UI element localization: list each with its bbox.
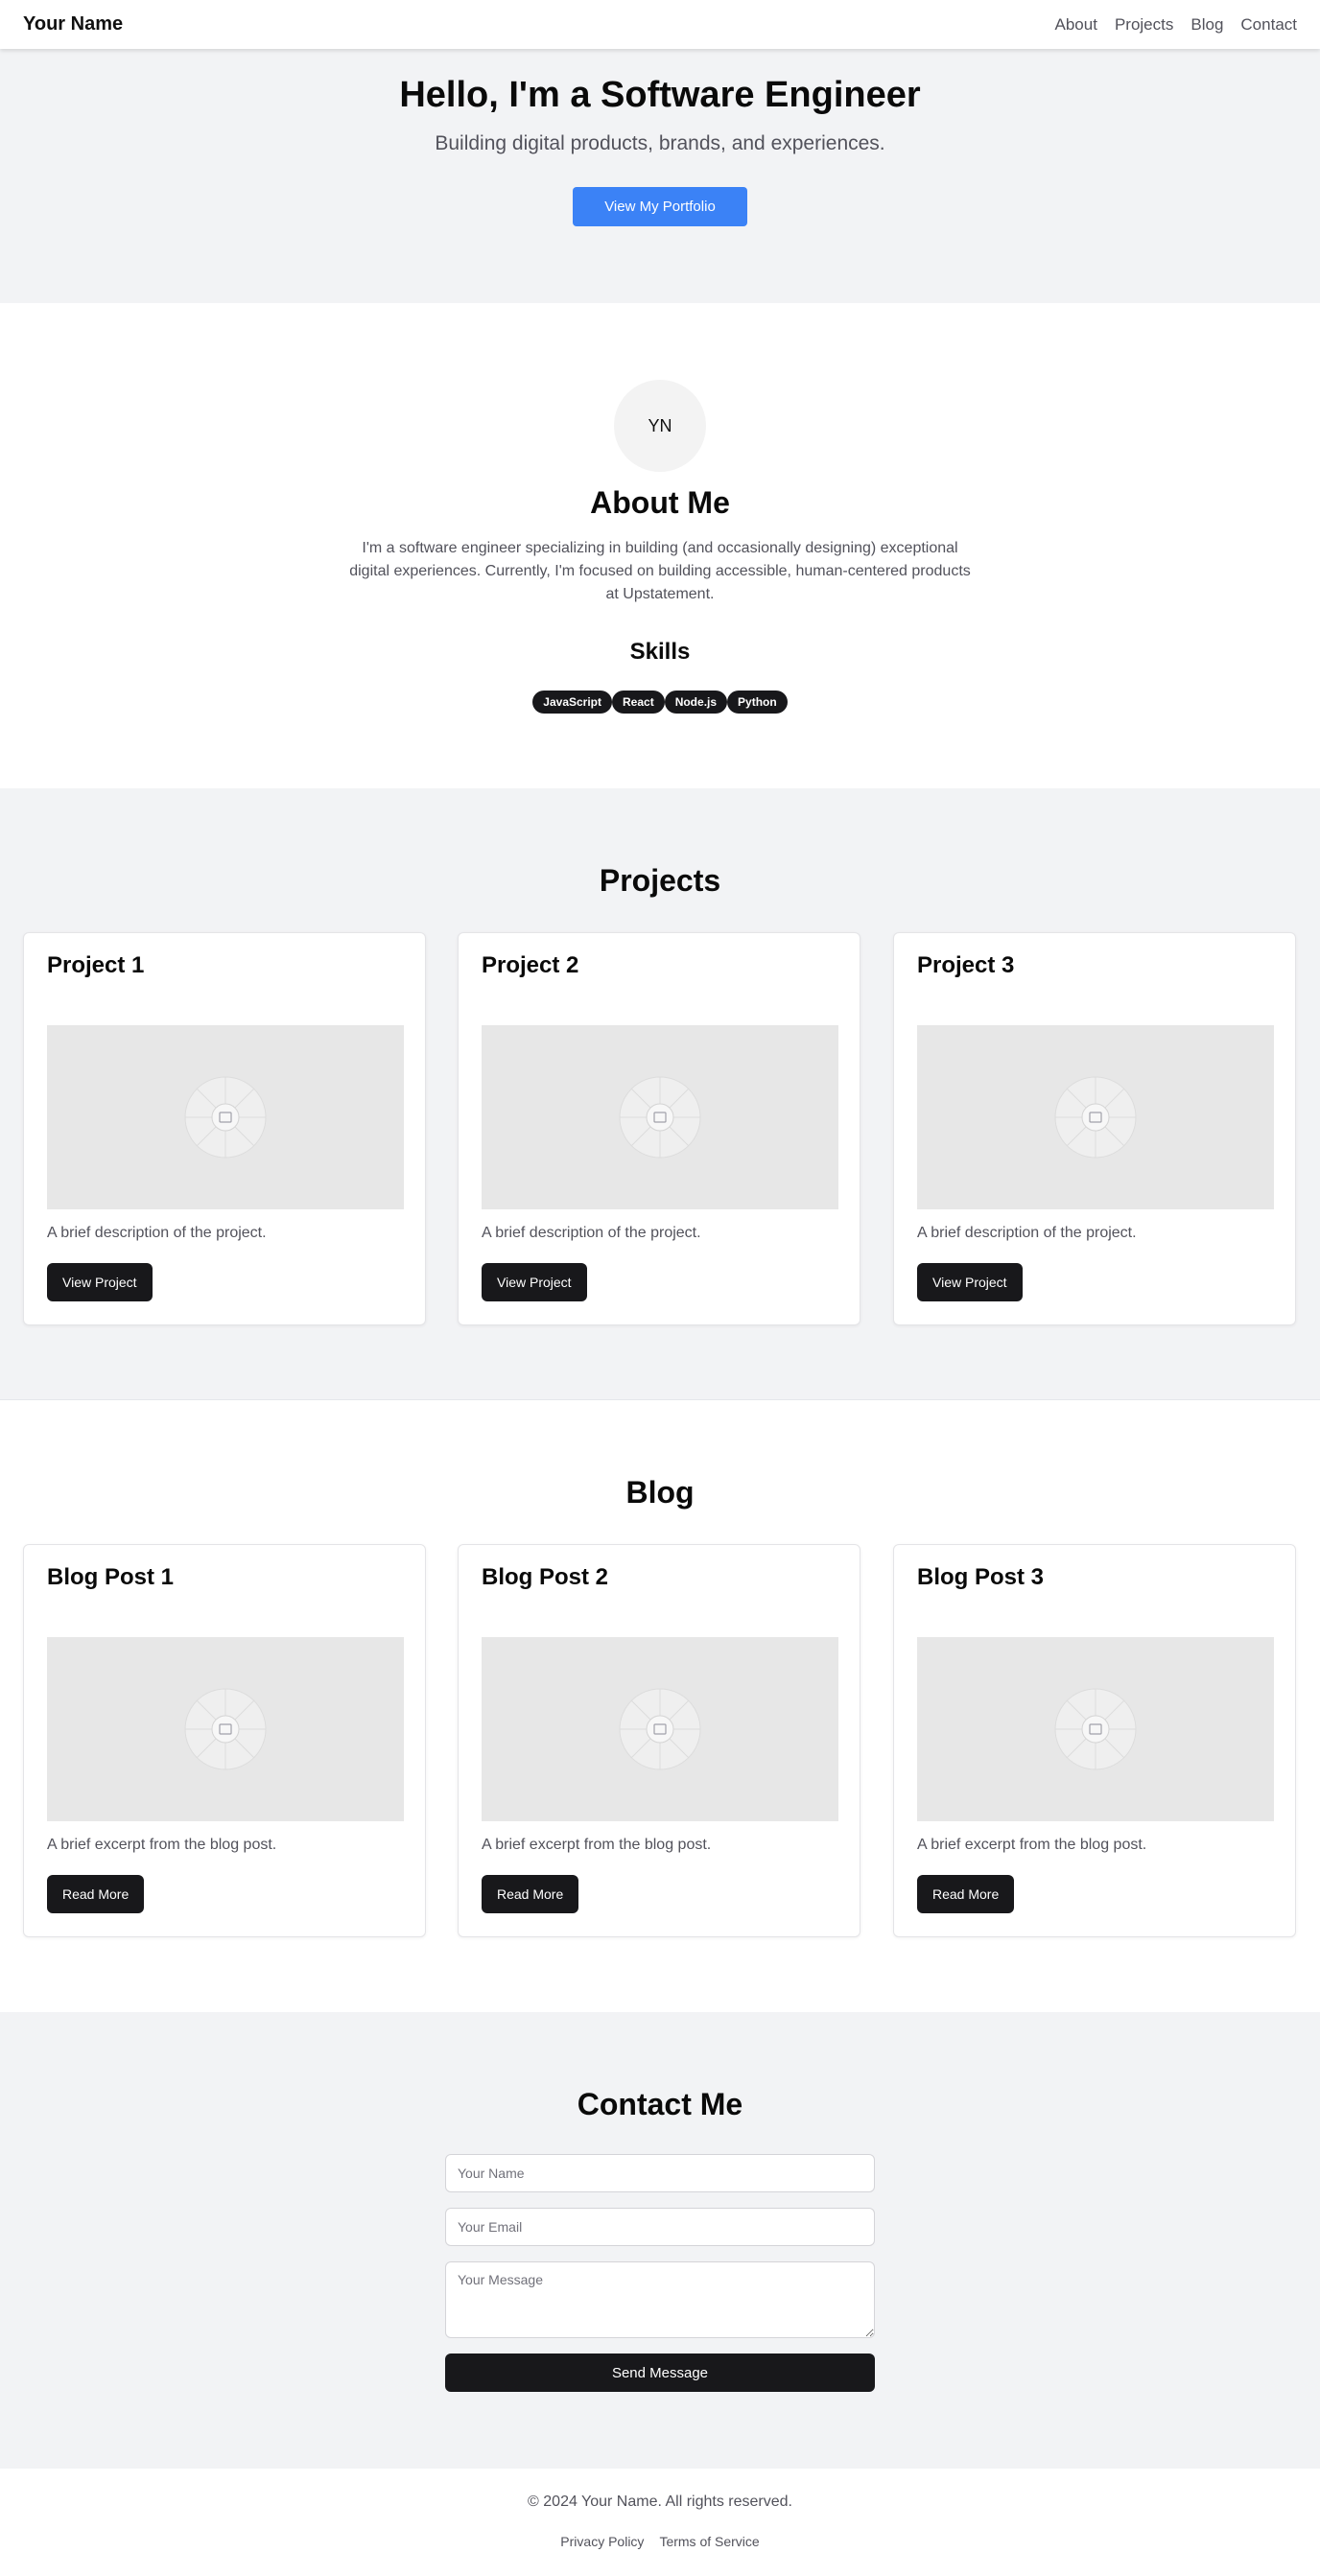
project-description: A brief description of the project. <box>917 1225 1137 1241</box>
terms-of-service-link[interactable]: Terms of Service <box>659 2534 759 2549</box>
hero-title: Hello, I'm a Software Engineer <box>399 75 921 115</box>
blog-card: Blog Post 2 A brief excerpt from the blo… <box>458 1544 860 1937</box>
view-portfolio-button[interactable]: View My Portfolio <box>573 187 747 226</box>
blog-section: Blog Blog Post 1 A brief excerpt from th… <box>0 1400 1320 2012</box>
avatar: YN <box>614 380 706 472</box>
image-placeholder-icon <box>619 1688 701 1770</box>
contact-section: Contact Me Send Message <box>0 2012 1320 2469</box>
send-message-button[interactable]: Send Message <box>445 2354 875 2392</box>
project-card: Project 1 A brief description of the pro… <box>23 932 426 1325</box>
project-description: A brief description of the project. <box>47 1225 267 1241</box>
copyright-text: © 2024 Your Name. All rights reserved. <box>528 2494 792 2510</box>
read-more-button[interactable]: Read More <box>482 1875 579 1913</box>
image-placeholder-icon <box>184 1076 267 1159</box>
skill-chip: Python <box>727 691 788 714</box>
image-placeholder-icon <box>1054 1076 1137 1159</box>
message-textarea[interactable] <box>445 2261 875 2338</box>
email-input[interactable] <box>445 2208 875 2246</box>
about-section: YN About Me I'm a software engineer spec… <box>0 303 1320 788</box>
image-placeholder <box>47 1637 404 1821</box>
projects-section: Projects Project 1 A brief description o… <box>0 788 1320 1400</box>
main-nav: About Projects Blog Contact <box>1055 15 1297 35</box>
skill-chip: React <box>612 691 665 714</box>
blog-post-title: Blog Post 2 <box>482 1564 609 1590</box>
skills-title: Skills <box>629 639 691 665</box>
image-placeholder <box>482 1025 838 1209</box>
privacy-policy-link[interactable]: Privacy Policy <box>560 2534 644 2549</box>
blog-card: Blog Post 1 A brief excerpt from the blo… <box>23 1544 426 1937</box>
blog-excerpt: A brief excerpt from the blog post. <box>917 1837 1147 1853</box>
blog-card: Blog Post 3 A brief excerpt from the blo… <box>893 1544 1296 1937</box>
projects-title: Projects <box>599 863 721 898</box>
blog-post-title: Blog Post 1 <box>47 1564 175 1590</box>
project-card: Project 3 A brief description of the pro… <box>893 932 1296 1325</box>
image-placeholder <box>917 1025 1274 1209</box>
about-bio: I'm a software engineer specializing in … <box>349 540 971 602</box>
project-title: Project 3 <box>917 952 1015 978</box>
view-project-button[interactable]: View Project <box>917 1263 1023 1301</box>
name-input[interactable] <box>445 2154 875 2192</box>
skill-chip: JavaScript <box>532 691 612 714</box>
project-card: Project 2 A brief description of the pro… <box>458 932 860 1325</box>
image-placeholder-icon <box>1054 1688 1137 1770</box>
about-title: About Me <box>590 485 730 520</box>
read-more-button[interactable]: Read More <box>917 1875 1015 1913</box>
site-footer: © 2024 Your Name. All rights reserved. P… <box>0 2469 1320 2576</box>
project-title: Project 2 <box>482 952 579 978</box>
contact-title: Contact Me <box>577 2087 743 2121</box>
nav-link-about[interactable]: About <box>1055 15 1097 35</box>
blog-excerpt: A brief excerpt from the blog post. <box>47 1837 277 1853</box>
skills-list: JavaScript React Node.js Python <box>0 691 1320 714</box>
skill-chip: Node.js <box>664 691 728 714</box>
image-placeholder <box>917 1637 1274 1821</box>
hero-subtitle: Building digital products, brands, and e… <box>435 132 885 154</box>
footer-links: Privacy Policy Terms of Service <box>0 2534 1320 2549</box>
nav-link-blog[interactable]: Blog <box>1190 15 1223 35</box>
image-placeholder-icon <box>184 1688 267 1770</box>
blog-post-title: Blog Post 3 <box>917 1564 1045 1590</box>
project-description: A brief description of the project. <box>482 1225 701 1241</box>
nav-link-projects[interactable]: Projects <box>1115 15 1173 35</box>
image-placeholder <box>47 1025 404 1209</box>
site-header: Your Name About Projects Blog Contact <box>0 0 1320 49</box>
view-project-button[interactable]: View Project <box>482 1263 587 1301</box>
nav-link-contact[interactable]: Contact <box>1240 15 1297 35</box>
image-placeholder <box>482 1637 838 1821</box>
brand-name[interactable]: Your Name <box>23 13 123 35</box>
blog-title: Blog <box>625 1475 695 1510</box>
image-placeholder-icon <box>619 1076 701 1159</box>
view-project-button[interactable]: View Project <box>47 1263 153 1301</box>
read-more-button[interactable]: Read More <box>47 1875 145 1913</box>
blog-excerpt: A brief excerpt from the blog post. <box>482 1837 712 1853</box>
project-title: Project 1 <box>47 952 145 978</box>
